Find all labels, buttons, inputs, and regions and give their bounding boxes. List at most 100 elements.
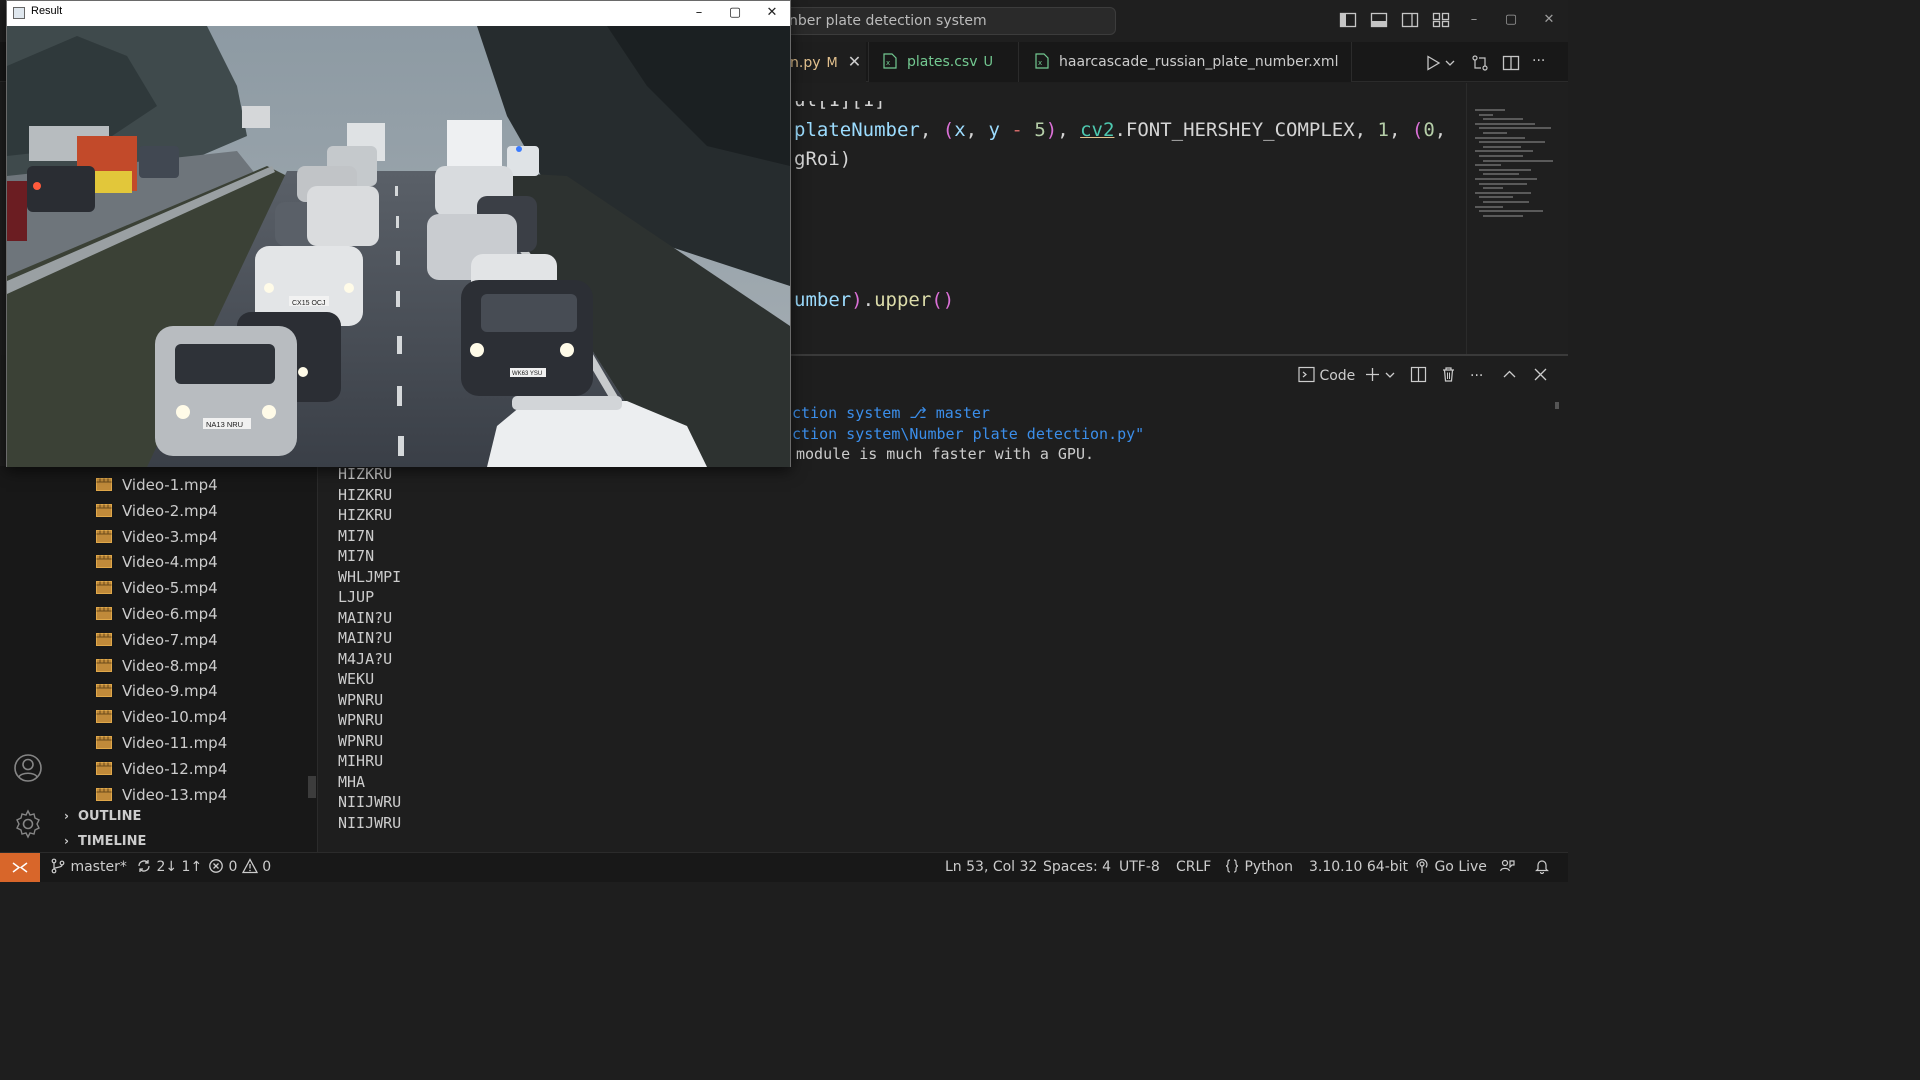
toggle-secondary-sidebar-icon[interactable] xyxy=(1401,11,1419,29)
file-item[interactable]: Video-2.mp4 xyxy=(96,498,218,524)
minimap-line xyxy=(1483,214,1523,217)
file-item[interactable]: Video-11.mp4 xyxy=(96,730,227,756)
notifications-bell-icon[interactable] xyxy=(1534,853,1550,882)
account-icon[interactable] xyxy=(12,752,44,784)
token-sep: , xyxy=(1389,119,1412,141)
video-file-icon xyxy=(96,473,112,491)
minimap[interactable] xyxy=(1466,83,1568,355)
minimap-line xyxy=(1483,201,1529,203)
problems-status[interactable]: 0 0 xyxy=(208,853,271,882)
result-maximize-button[interactable]: ▢ xyxy=(723,3,747,23)
terminal-output-plate: WPNRU xyxy=(338,731,384,750)
vscode-maximize-button[interactable]: ▢ xyxy=(1499,9,1523,31)
file-name: Video-12.mp4 xyxy=(122,759,228,778)
video-file-icon xyxy=(96,705,112,724)
app-window-icon xyxy=(13,7,25,19)
kill-terminal-trash-icon[interactable] xyxy=(1440,364,1457,388)
broadcast-icon xyxy=(1416,858,1428,873)
result-video-window[interactable]: Result – ▢ ✕ CX15 OCJ NA13 NRU WK63 YSU xyxy=(6,0,791,467)
remote-indicator-button[interactable] xyxy=(0,853,40,882)
more-actions-icon[interactable]: ··· xyxy=(1532,54,1554,72)
minimap-line xyxy=(1475,191,1531,194)
tab-haarcascade-xml[interactable]: x haarcascade_russian_plate_number.xml xyxy=(1018,42,1352,82)
new-terminal-icon[interactable] xyxy=(1364,364,1381,388)
python-interpreter-status[interactable]: 3.10.10 64-bit xyxy=(1309,853,1408,882)
run-options-chevron-icon[interactable] xyxy=(1444,54,1456,72)
eol-status[interactable]: CRLF xyxy=(1176,853,1211,882)
result-minimize-button[interactable]: – xyxy=(687,3,711,23)
file-name: Video-8.mp4 xyxy=(122,656,218,675)
feedback-icon[interactable] xyxy=(1499,853,1515,882)
split-terminal-icon[interactable] xyxy=(1410,364,1427,388)
code-line-roi: gRoi) xyxy=(794,148,852,170)
minimap-line xyxy=(1475,136,1525,139)
branch-label: master* xyxy=(70,859,127,875)
file-item[interactable]: Video-6.mp4 xyxy=(96,601,218,627)
sync-changes-status[interactable]: 2↓ 1↑ xyxy=(136,853,202,882)
terminal-output-plate: M4JA?U xyxy=(338,649,393,668)
open-changes-icon[interactable] xyxy=(1471,54,1489,72)
sidebar-scrollbar[interactable] xyxy=(308,776,316,798)
tab-plates-csv[interactable]: x plates.csv U xyxy=(868,42,1018,82)
file-name: Video-2.mp4 xyxy=(122,501,218,520)
vscode-minimize-button[interactable]: – xyxy=(1462,9,1486,31)
file-item[interactable]: Video-5.mp4 xyxy=(96,575,218,601)
run-python-file-icon[interactable] xyxy=(1424,54,1442,72)
customize-layout-icon[interactable] xyxy=(1432,11,1450,29)
video-file-icon xyxy=(96,525,112,543)
git-branch-icon: ⎇ xyxy=(909,404,927,422)
go-live-status[interactable]: Go Live xyxy=(1414,853,1487,882)
terminal-output-plate: MAIN?U xyxy=(338,629,393,647)
terminal-output-plate: WPNRU xyxy=(338,690,384,709)
file-item[interactable]: Video-7.mp4 xyxy=(96,627,218,653)
toggle-primary-sidebar-icon[interactable] xyxy=(1339,11,1357,29)
file-item[interactable]: Video-12.mp4 xyxy=(96,756,227,782)
minimap-line xyxy=(1475,178,1537,180)
xml-file-icon: x xyxy=(1035,45,1049,69)
timeline-section-header[interactable]: › TIMELINE xyxy=(64,829,146,853)
language-label: Python xyxy=(1244,859,1293,875)
result-close-button[interactable]: ✕ xyxy=(760,3,784,23)
result-window-titlebar[interactable]: Result – ▢ ✕ xyxy=(7,1,790,26)
file-item[interactable]: Video-1.mp4 xyxy=(96,472,218,498)
cursor-position-status[interactable]: Ln 53, Col 32 xyxy=(945,853,1037,882)
tab-close-icon[interactable]: ✕ xyxy=(848,52,861,71)
file-item[interactable]: Video-9.mp4 xyxy=(96,678,218,704)
file-item[interactable]: Video-10.mp4 xyxy=(96,704,227,730)
manage-gear-icon[interactable] xyxy=(12,808,44,840)
chevron-right-icon: › xyxy=(64,834,69,848)
terminal-output-plate: HIZKRU xyxy=(338,465,393,483)
minimap-line xyxy=(1479,113,1493,116)
terminal-icon xyxy=(1298,366,1315,383)
minimap-line xyxy=(1475,109,1505,111)
csv-file-icon: x xyxy=(883,45,897,69)
terminal-scrollbar[interactable] xyxy=(1555,402,1559,409)
toggle-panel-icon[interactable] xyxy=(1370,11,1388,29)
terminal-dropdown-chevron-icon[interactable] xyxy=(1384,364,1396,388)
token-platenumber: plateNumber xyxy=(794,119,920,141)
file-item[interactable]: Video-8.mp4 xyxy=(96,653,218,679)
outline-section-header[interactable]: › OUTLINE xyxy=(64,804,141,828)
command-center-search[interactable]: nber plate detection system xyxy=(760,7,1116,35)
split-editor-icon[interactable] xyxy=(1502,54,1520,72)
indentation-status[interactable]: Spaces: 4 xyxy=(1043,853,1111,882)
terminal-output-plate: WHLJMPI xyxy=(338,567,402,586)
result-window-title: Result xyxy=(31,5,63,17)
vscode-close-button[interactable]: ✕ xyxy=(1537,9,1561,31)
video-file-icon xyxy=(96,654,112,672)
tab-number-plate-detection-py[interactable]: n.py M ✕ xyxy=(790,42,866,82)
file-name: Video-3.mp4 xyxy=(122,527,218,546)
language-mode-status[interactable]: Python xyxy=(1224,853,1293,882)
terminal-profile-button[interactable]: Code xyxy=(1298,364,1355,388)
file-item[interactable]: Video-4.mp4 xyxy=(96,549,218,575)
encoding-status[interactable]: UTF-8 xyxy=(1119,853,1160,882)
maximize-panel-chevron-up-icon[interactable] xyxy=(1501,364,1518,388)
token-x: x xyxy=(954,119,966,141)
panel-more-actions-icon[interactable]: ··· xyxy=(1470,364,1483,388)
file-name: Video-10.mp4 xyxy=(122,708,228,727)
plate-text-na13: NA13 NRU xyxy=(206,420,243,429)
git-branch-status[interactable]: master* xyxy=(50,853,127,882)
remote-icon xyxy=(12,862,28,873)
close-panel-icon[interactable] xyxy=(1532,364,1549,388)
file-item[interactable]: Video-3.mp4 xyxy=(96,524,218,550)
